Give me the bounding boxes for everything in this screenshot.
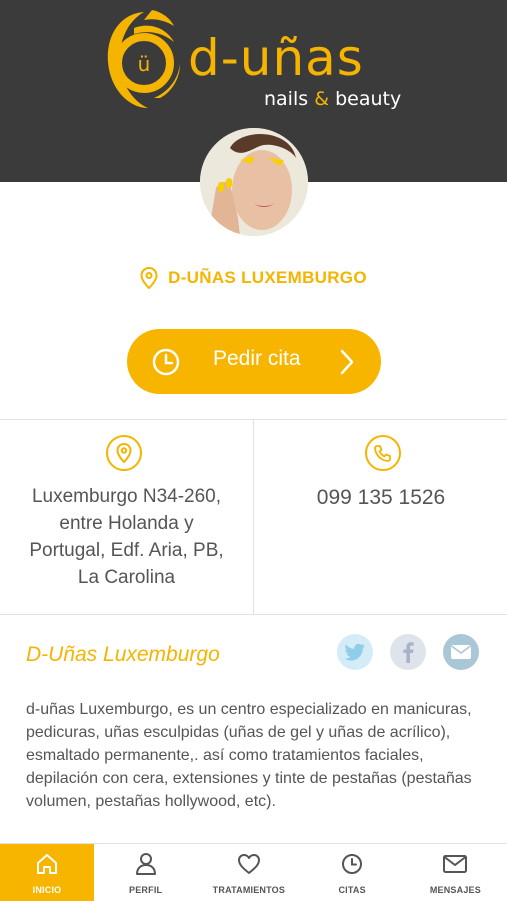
- tab-label: CITAS: [338, 885, 366, 895]
- salon-avatar: [200, 128, 308, 236]
- tab-label: PERFIL: [129, 885, 163, 895]
- salon-description: d-uñas Luxemburgo, es un centro especial…: [26, 701, 472, 810]
- brand-logo: ü d-uñas nails & beauty: [104, 8, 414, 113]
- tab-tratamientos[interactable]: TRATAMIENTOS: [197, 844, 300, 901]
- twitter-share-button[interactable]: [337, 634, 373, 670]
- phone-icon[interactable]: [365, 435, 401, 471]
- twitter-icon: [344, 643, 365, 661]
- email-share-button[interactable]: [443, 634, 479, 670]
- location-name: D-UÑAS LUXEMBURGO: [168, 268, 367, 287]
- facebook-share-button[interactable]: [390, 634, 426, 670]
- heart-icon: [237, 854, 260, 874]
- user-icon: [135, 853, 156, 875]
- logo-swirl-icon: ü: [107, 10, 180, 108]
- tab-label: TRATAMIENTOS: [212, 885, 286, 895]
- tab-inicio[interactable]: INICIO: [0, 844, 94, 901]
- address-pin-icon: [106, 435, 142, 471]
- column-divider: [253, 420, 254, 614]
- clock-icon: [342, 854, 363, 874]
- brand-tagline: nails & beauty: [264, 88, 402, 110]
- phone-number[interactable]: 099 135 1526: [263, 486, 499, 510]
- svg-text:ü: ü: [138, 52, 151, 76]
- address-text: Luxemburgo N34-260, entre Holanda y Port…: [29, 486, 224, 588]
- tab-mensajes[interactable]: MENSAJES: [404, 844, 507, 901]
- book-appointment-button[interactable]: Pedir cita: [127, 329, 381, 394]
- facebook-icon: [403, 642, 414, 663]
- location-row: D-UÑAS LUXEMBURGO: [0, 264, 507, 292]
- divider: [0, 614, 507, 615]
- tab-citas[interactable]: CITAS: [301, 844, 404, 901]
- book-appointment-label: Pedir cita: [213, 347, 301, 370]
- chevron-right-icon: [340, 349, 354, 375]
- mail-icon: [451, 645, 471, 659]
- bottom-tab-bar: INICIO PERFIL TRATAMIENTOS CITAS MENSAJE…: [0, 843, 507, 901]
- tab-label: INICIO: [32, 885, 62, 895]
- envelope-icon: [443, 855, 468, 873]
- section-title: D-Uñas Luxemburgo: [26, 643, 220, 666]
- brand-name: d-uñas: [188, 29, 364, 87]
- tab-label: MENSAJES: [429, 885, 481, 895]
- home-icon: [37, 854, 57, 874]
- tab-perfil[interactable]: PERFIL: [94, 844, 197, 901]
- location-pin-icon: [140, 267, 158, 289]
- clock-icon: [152, 348, 180, 376]
